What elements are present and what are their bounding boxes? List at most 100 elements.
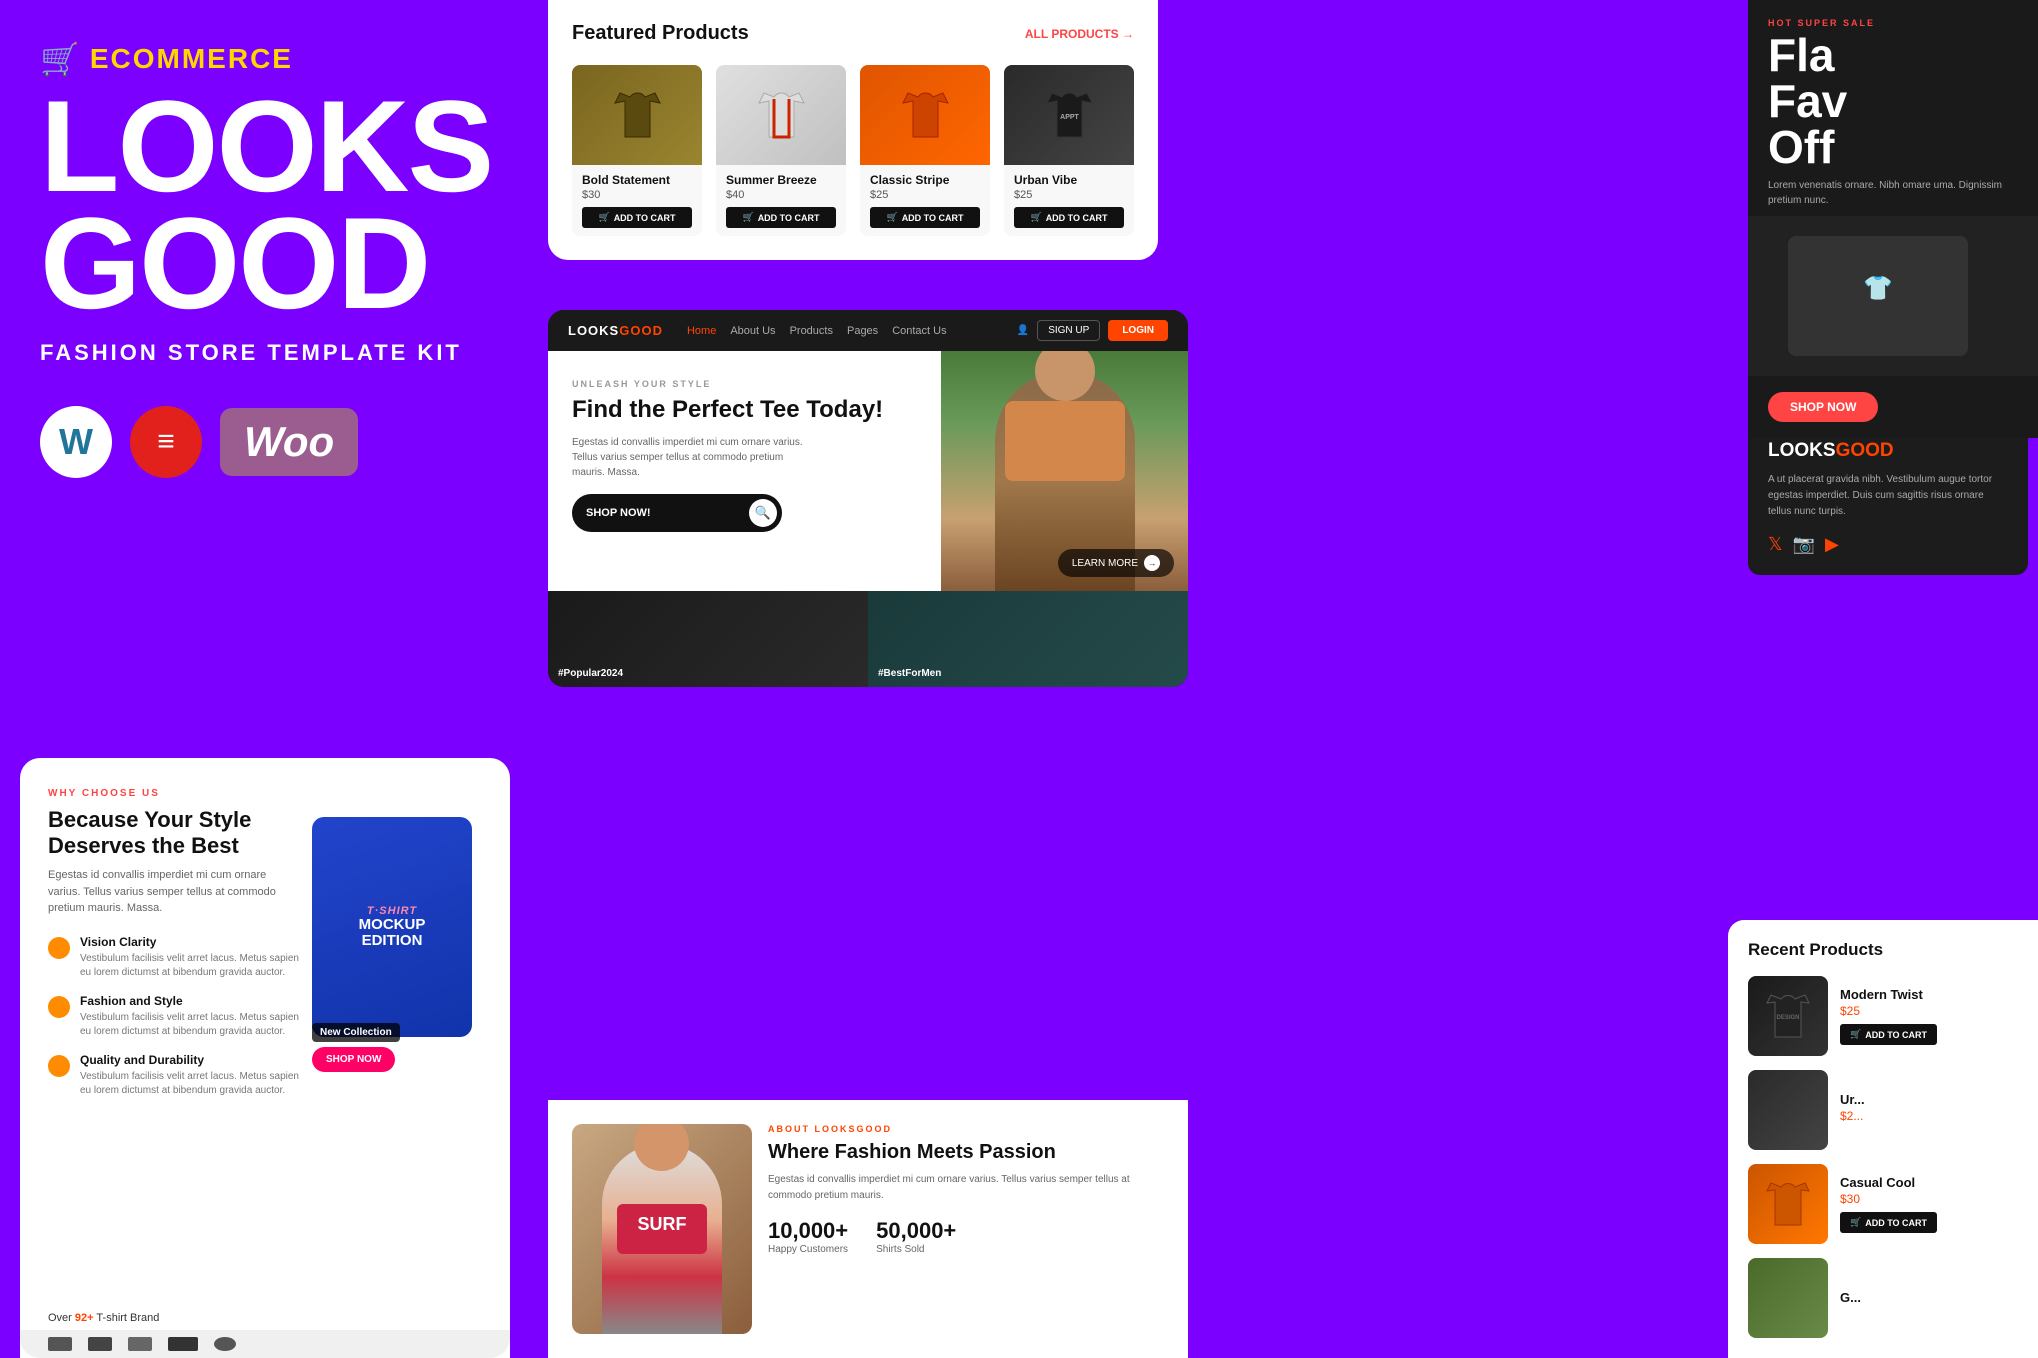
person-torso: [1005, 401, 1125, 481]
brand-count-label: Over 92+ T-shirt Brand: [48, 1312, 159, 1324]
add-to-cart-btn-2[interactable]: 🛒ADD TO CART: [726, 207, 836, 228]
recent-product-img-2: [1748, 1164, 1828, 1244]
product-price-2: $40: [726, 189, 836, 201]
flash-sale-tag: HOT SUPER SALE: [1748, 0, 2038, 32]
recent-name-partial-1: Ur...: [1840, 1092, 2018, 1107]
thumb-tag-1: #Popular2024: [558, 668, 623, 679]
nav-links: Home About Us Products Pages Contact Us: [687, 325, 1003, 337]
flash-sale-desc: Lorem venenatis ornare. Nibh omare uma. …: [1748, 170, 2038, 216]
stat-customers-num: 10,000+: [768, 1218, 848, 1244]
feature-dot-2: [48, 996, 70, 1018]
nav-link-products[interactable]: Products: [790, 325, 833, 337]
hero-title: Find the Perfect Tee Today!: [572, 397, 917, 423]
about-person: SURF: [602, 1144, 722, 1334]
flash-shop-now-button[interactable]: SHOP NOW: [1768, 392, 1878, 422]
about-image: SURF: [572, 1124, 752, 1334]
recent-product-partial-2: G...: [1748, 1258, 2018, 1338]
about-content: ABOUT LOOKSGOOD Where Fashion Meets Pass…: [768, 1124, 1164, 1334]
recent-name-partial-2: G...: [1840, 1290, 2018, 1305]
tshirt-mockup-image: T·SHIRT MOCKUPEDITION: [312, 817, 472, 1037]
recent-product-img-partial-2: [1748, 1258, 1828, 1338]
twitter-icon[interactable]: 𝕏: [1768, 534, 1783, 555]
feature-text-2: Fashion and Style Vestibulum facilisis v…: [80, 994, 300, 1039]
product-info-1: Bold Statement $30 🛒ADD TO CART: [572, 165, 702, 236]
thumbnail-row: #Popular2024 #BestForMen: [548, 591, 1188, 687]
product-image-3: [860, 65, 990, 165]
hero-desc: Egestas id convallis imperdiet mi cum or…: [572, 435, 812, 480]
hero-search-button[interactable]: 🔍: [749, 499, 777, 527]
recent-price-2: $30: [1840, 1192, 2018, 1206]
about-shirt: SURF: [617, 1204, 707, 1254]
all-products-link[interactable]: ALL PRODUCTS →: [1025, 27, 1134, 41]
recent-add-btn-2[interactable]: 🛒ADD TO CART: [1840, 1212, 1937, 1233]
stat-customers: 10,000+ Happy Customers: [768, 1218, 848, 1255]
nav-link-contact[interactable]: Contact Us: [892, 325, 946, 337]
recent-product-info-partial-1: Ur... $2...: [1840, 1092, 2018, 1129]
brand-count-text: Over 92+ T-shirt Brand: [48, 1312, 159, 1324]
wordpress-logo: W: [40, 406, 112, 478]
add-to-cart-btn-3[interactable]: 🛒ADD TO CART: [870, 207, 980, 228]
brand-logos-bar: [20, 1330, 510, 1358]
thumb-popular: #Popular2024: [548, 591, 868, 687]
svg-text:👕: 👕: [1863, 275, 1893, 302]
recent-price-1: $25: [1840, 1004, 2018, 1018]
recent-add-btn-1[interactable]: 🛒ADD TO CART: [1840, 1024, 1937, 1045]
looksgood-promo-card: LOOKSGOOD A ut placerat gravida nibh. Ve…: [1748, 420, 2028, 575]
stat-shirts-label: Shirts Sold: [876, 1244, 956, 1255]
brand-logo-1: [48, 1337, 72, 1351]
product-card-3: Classic Stripe $25 🛒ADD TO CART: [860, 65, 990, 236]
featured-products-card: Featured Products ALL PRODUCTS → Bold St…: [548, 0, 1158, 260]
featured-header: Featured Products ALL PRODUCTS →: [572, 22, 1134, 45]
nav-link-home[interactable]: Home: [687, 325, 716, 337]
recent-products-title: Recent Products: [1748, 940, 2018, 960]
nav-brand: LOOKSGOOD: [568, 323, 663, 338]
why-choose-title: Because Your Style Deserves the Best: [48, 807, 300, 859]
instagram-icon[interactable]: 📷: [1793, 534, 1815, 555]
login-button[interactable]: LOGIN: [1108, 320, 1168, 341]
shop-now-button-small[interactable]: SHOP NOW: [312, 1047, 395, 1072]
thumb-best: #BestForMen: [868, 591, 1188, 687]
product-info-4: Urban Vibe $25 🛒ADD TO CART: [1004, 165, 1134, 236]
looksgood-desc: A ut placerat gravida nibh. Vestibulum a…: [1768, 472, 2008, 520]
nav-link-pages[interactable]: Pages: [847, 325, 878, 337]
new-collection-badge: New Collection: [312, 1023, 400, 1042]
add-to-cart-btn-1[interactable]: 🛒ADD TO CART: [582, 207, 692, 228]
recent-price-partial-1: $2...: [1840, 1109, 2018, 1123]
product-card-1: Bold Statement $30 🛒ADD TO CART: [572, 65, 702, 236]
feature-item-3: Quality and Durability Vestibulum facili…: [48, 1053, 300, 1098]
flash-sale-bg-svg: 👕: [1748, 216, 2038, 376]
why-choose-card: WHY CHOOSE US Because Your Style Deserve…: [20, 758, 510, 1358]
product-image-2: [716, 65, 846, 165]
svg-text:APPT: APPT: [1060, 114, 1079, 121]
recent-products-card: Recent Products DESIGN Modern Twist $25 …: [1728, 920, 2038, 1358]
hero-left: UNLEASH YOUR STYLE Find the Perfect Tee …: [548, 351, 941, 591]
brand-logo-3: [128, 1337, 152, 1351]
featured-title: Featured Products: [572, 22, 749, 45]
woo-logo: Woo: [220, 408, 358, 476]
youtube-icon[interactable]: ▶: [1825, 534, 1839, 555]
add-to-cart-btn-4[interactable]: 🛒ADD TO CART: [1014, 207, 1124, 228]
brand-title: LOOKS GOOD: [40, 88, 490, 322]
hero-tag: UNLEASH YOUR STYLE: [572, 379, 917, 389]
looksgood-brand: LOOKSGOOD: [1768, 440, 2008, 462]
brand-logo-4: [168, 1337, 198, 1351]
product-card-4: APPT Urban Vibe $25 🛒ADD TO CART: [1004, 65, 1134, 236]
svg-text:DESIGN: DESIGN: [1776, 1015, 1799, 1021]
about-section: SURF ABOUT LOOKSGOOD Where Fashion Meets…: [548, 1100, 1188, 1358]
browser-mockup: LOOKSGOOD Home About Us Products Pages C…: [548, 310, 1188, 687]
about-person-head: [634, 1124, 689, 1171]
products-grid: Bold Statement $30 🛒ADD TO CART Summer B…: [572, 65, 1134, 236]
about-title: Where Fashion Meets Passion: [768, 1140, 1164, 1164]
flash-sale-image: 👕: [1748, 216, 2038, 376]
sign-up-button[interactable]: SIGN UP: [1037, 320, 1100, 341]
stats-row: 10,000+ Happy Customers 50,000+ Shirts S…: [768, 1218, 1164, 1255]
product-price-1: $30: [582, 189, 692, 201]
product-card-2: Summer Breeze $40 🛒ADD TO CART: [716, 65, 846, 236]
about-tag: ABOUT LOOKSGOOD: [768, 1124, 1164, 1134]
recent-product-info-1: Modern Twist $25 🛒ADD TO CART: [1840, 987, 2018, 1045]
about-desc: Egestas id convallis imperdiet mi cum or…: [768, 1172, 1164, 1204]
browser-navbar: LOOKSGOOD Home About Us Products Pages C…: [548, 310, 1188, 351]
learn-more-button[interactable]: LEARN MORE →: [1058, 549, 1174, 577]
tech-logos-row: W ≡ Woo: [40, 406, 490, 478]
nav-link-about[interactable]: About Us: [730, 325, 775, 337]
